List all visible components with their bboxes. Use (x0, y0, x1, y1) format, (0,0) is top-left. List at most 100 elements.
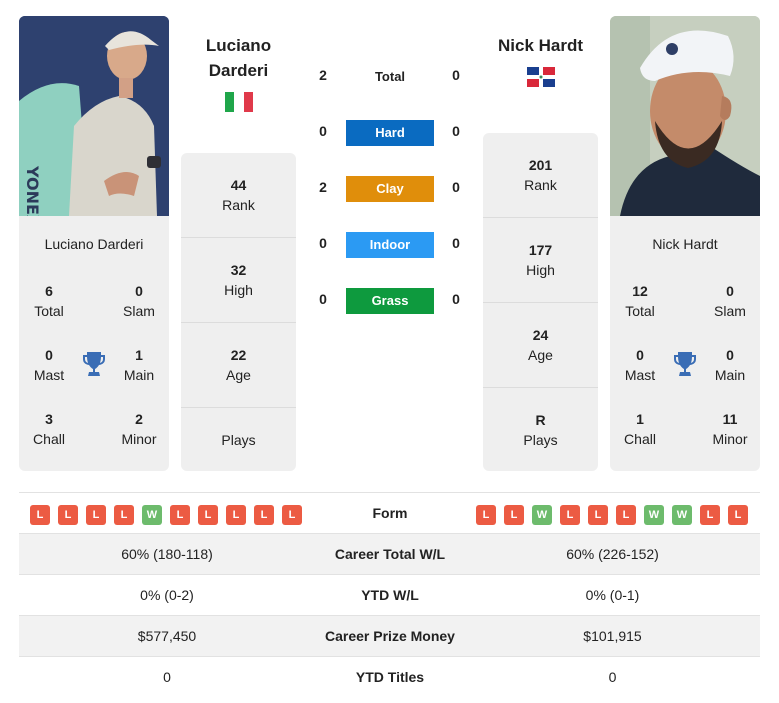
player2-photo (610, 16, 760, 216)
player1-form-badge-loss[interactable]: L (86, 505, 106, 525)
h2h-indoor-p2: 0 (452, 235, 460, 251)
player1-high: 32 High (181, 238, 296, 323)
row-label-ytd-titles: YTD Titles (355, 669, 425, 685)
player1-form-badge-loss[interactable]: L (30, 505, 50, 525)
player2-form-badge-loss[interactable]: L (588, 505, 608, 525)
player1-titles-mast-value: 0 (45, 347, 53, 363)
player1-rank: 44 Rank (181, 153, 296, 238)
player2-titles-chall-value: 1 (636, 411, 644, 427)
h2h-total-p2: 0 (452, 67, 460, 83)
player1-form-badge-loss[interactable]: L (58, 505, 78, 525)
player2-titles-minor: 11 Minor (700, 409, 760, 449)
player2-form-badge-win[interactable]: W (532, 505, 552, 525)
player1-titles-mast: 0 Mast (19, 345, 79, 385)
player2-titles-total: 12 Total (610, 281, 670, 321)
player1-titles-main: 1 Main (109, 345, 169, 385)
player1-titles-main-label: Main (123, 367, 155, 383)
player1-form: LLLLWLLLLL (30, 505, 302, 525)
row-label-prize-money: Career Prize Money (325, 628, 455, 644)
player2-plays-value: R (535, 411, 546, 428)
svg-text:YONEX: YONEX (23, 165, 42, 216)
player1-ytd-titles: 0 (163, 669, 171, 685)
player2-ytd-wl: 0% (0-1) (585, 587, 640, 603)
player1-form-badge-loss[interactable]: L (114, 505, 134, 525)
player2-prize-money: $101,915 (583, 628, 642, 644)
player2-titles-total-label: Total (625, 303, 655, 319)
player1-titles-minor: 2 Minor (109, 409, 169, 449)
player2-name-heading[interactable]: Nick Hardt (483, 33, 598, 58)
form-label: Form (372, 505, 408, 521)
player1-titles-main-value: 1 (135, 347, 143, 363)
h2h-total-p1: 2 (319, 67, 327, 83)
player1-last-name: Darderi (208, 61, 269, 80)
player2-stats-card: 201 Rank 177 High 24 Age R Plays (483, 133, 598, 471)
player1-name-heading[interactable]: Luciano Darderi (181, 33, 296, 83)
player2-titles-chall-label: Chall (624, 431, 656, 447)
surface-clay-button[interactable]: Clay (346, 176, 434, 202)
table-row: 0% (0-2) YTD W/L 0% (0-1) (19, 574, 760, 615)
trophy-icon (673, 351, 697, 377)
player2-titles-slam-label: Slam (714, 303, 746, 319)
player2-form-badge-loss[interactable]: L (616, 505, 636, 525)
player1-high-value: 32 (230, 262, 247, 278)
player1-form-badge-win[interactable]: W (142, 505, 162, 525)
surface-grass-button[interactable]: Grass (346, 288, 434, 314)
player2-titles-mast-label: Mast (624, 367, 656, 383)
player2-titles-main-label: Main (714, 367, 746, 383)
player1-first-name: Luciano (205, 36, 272, 55)
h2h-grass-p1: 0 (319, 291, 327, 307)
player1-plays: Plays (181, 408, 296, 471)
h2h-grass-p2: 0 (452, 291, 460, 307)
player1-age-value: 22 (230, 347, 247, 363)
player1-titles-minor-value: 2 (135, 411, 143, 427)
dominican-republic-flag-icon (527, 67, 555, 87)
player2-form-badge-loss[interactable]: L (700, 505, 720, 525)
player1-titles-total-label: Total (34, 303, 64, 319)
player1-ytd-wl: 0% (0-2) (140, 587, 194, 603)
h2h-total-label: Total (374, 69, 406, 84)
player2-rank: 201 Rank (483, 133, 598, 218)
player1-titles-chall-label: Chall (33, 431, 65, 447)
player1-form-badge-loss[interactable]: L (198, 505, 218, 525)
player2-titles-mast: 0 Mast (610, 345, 670, 385)
form-row: LLLLWLLLLL Form LLWLLLWWLL (19, 492, 760, 533)
player1-rank-value: 44 (230, 177, 247, 193)
player1-career-wl: 60% (180-118) (121, 546, 213, 562)
player2-form-badge-loss[interactable]: L (560, 505, 580, 525)
player2-titles-mast-value: 0 (636, 347, 644, 363)
player1-stats-card: 44 Rank 32 High 22 Age Plays (181, 153, 296, 471)
surface-indoor-button[interactable]: Indoor (346, 232, 434, 258)
player2-titles-minor-value: 11 (722, 411, 738, 427)
h2h-clay-p1: 2 (319, 179, 327, 195)
player1-high-label: High (224, 282, 253, 298)
player1-form-badge-loss[interactable]: L (226, 505, 246, 525)
player1-form-badge-loss[interactable]: L (282, 505, 302, 525)
player1-titles-slam-value: 0 (135, 283, 143, 299)
player2-career-wl: 60% (226-152) (566, 546, 659, 562)
player2-form-badge-loss[interactable]: L (728, 505, 748, 525)
player1-rank-label: Rank (222, 197, 255, 213)
h2h-hard-p2: 0 (452, 123, 460, 139)
player1-name: Luciano Darderi (44, 236, 144, 252)
row-label-career-wl: Career Total W/L (334, 546, 446, 562)
player2-high-label: High (526, 262, 555, 278)
table-row: $577,450 Career Prize Money $101,915 (19, 615, 760, 656)
player2-titles-slam-value: 0 (726, 283, 734, 299)
surface-hard-button[interactable]: Hard (346, 120, 434, 146)
player1-prize-money: $577,450 (137, 628, 197, 644)
player1-age-label: Age (226, 367, 251, 383)
player1-age: 22 Age (181, 323, 296, 408)
player2-age: 24 Age (483, 303, 598, 388)
player2-form-badge-win[interactable]: W (644, 505, 664, 525)
player1-form-badge-loss[interactable]: L (170, 505, 190, 525)
table-row: 0 YTD Titles 0 (19, 656, 760, 697)
player2-name: Nick Hardt (652, 236, 718, 252)
player2-form-badge-loss[interactable]: L (504, 505, 524, 525)
player2-photo-image (610, 16, 760, 216)
player2-form-badge-win[interactable]: W (672, 505, 692, 525)
player2-ytd-titles: 0 (608, 669, 617, 685)
player2-plays-label: Plays (523, 431, 558, 448)
player1-titles-total-value: 6 (45, 283, 53, 299)
player2-form-badge-loss[interactable]: L (476, 505, 496, 525)
player1-form-badge-loss[interactable]: L (254, 505, 274, 525)
